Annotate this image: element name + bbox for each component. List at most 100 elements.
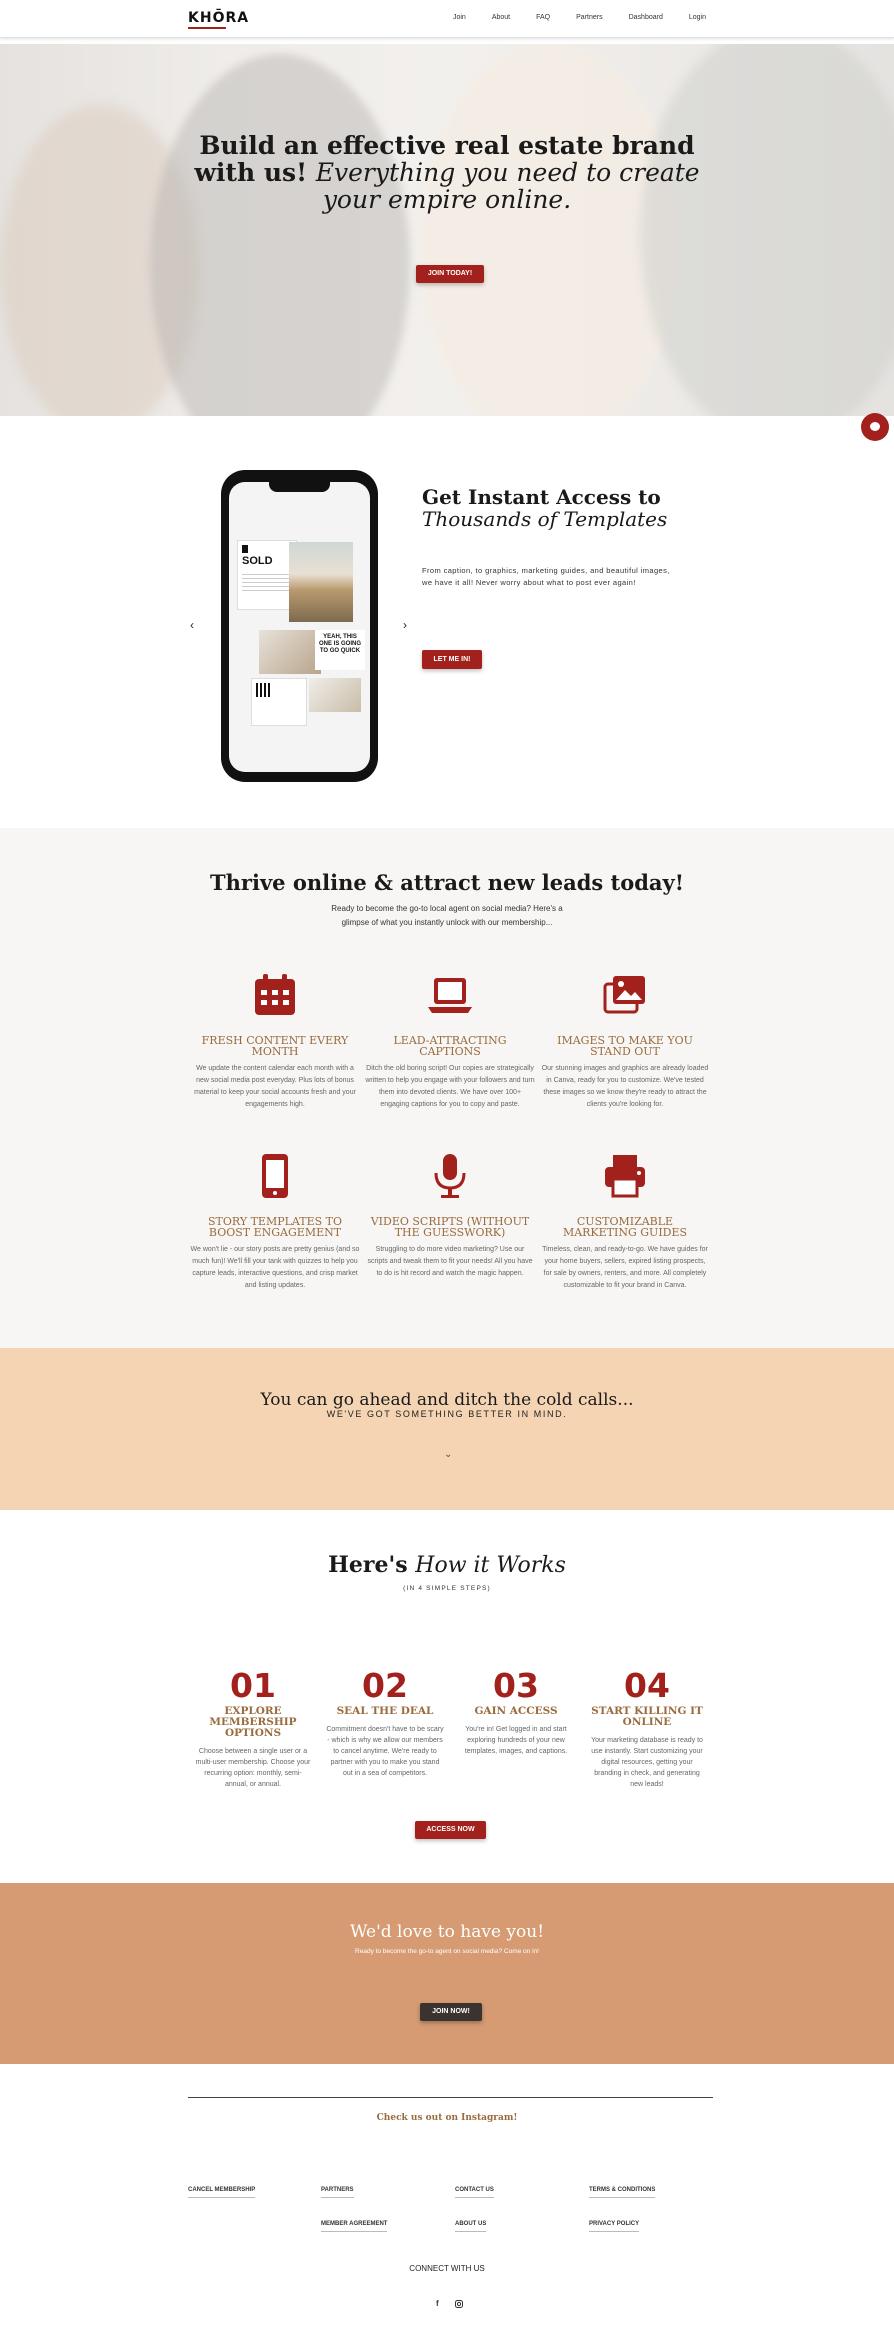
how-it-works-title: Here's How it Works [0,1552,894,1578]
instagram-heading[interactable]: Check us out on Instagram! [0,2113,894,2123]
printer-icon [605,1155,645,1198]
template-sold-label: SOLD [242,555,273,567]
join-cta-section [0,1883,894,2064]
template-qr-card [251,678,307,726]
join-now-button[interactable]: JOIN NOW! [420,2003,482,2021]
footer-divider [188,2097,713,2098]
template-sold-lines [242,571,290,593]
step-title: EXPLORE MEMBERSHIP OPTIONS [209,1705,297,1739]
step-title: SEAL THE DEAL [336,1705,434,1717]
access-title-line: Get Instant Access to [422,485,661,509]
nav-faq[interactable]: FAQ [536,14,550,21]
access-title: Get Instant Access to Thousands of Templ… [422,486,667,530]
feature-text: We won't lie - our story posts are prett… [190,1246,360,1289]
footer-link-contact-us[interactable]: CONTACT US [455,2187,494,2198]
template-promo-text: YEAH, THIS ONE IS GOING TO GO QUICK [318,634,361,654]
nav-partners[interactable]: Partners [576,14,602,21]
feature-title: IMAGES TO MAKE YOU STAND OUT [557,1034,693,1058]
footer-link-member-agreement[interactable]: MEMBER AGREEMENT [321,2221,388,2232]
footer-link-privacy-policy[interactable]: PRIVACY POLICY [589,2221,640,2232]
feature-text: Struggling to do more video marketing? U… [367,1246,533,1277]
features-subtitle: Ready to become the go-to local agent on… [331,904,563,927]
template-interior-photo [309,678,361,712]
step-number: 03 [493,1666,539,1705]
feature-fresh-content: FRESH CONTENT EVERY MONTH We update the … [190,972,360,1111]
microphone-icon [434,1154,466,1198]
calendar-icon [255,974,295,1015]
template-house-photo [289,542,353,622]
feature-text: Our stunning images and graphics are alr… [541,1065,709,1108]
nav-join[interactable]: Join [453,14,466,21]
hero-title: Build an effective real estate brand wit… [180,132,714,213]
footer-link-partners[interactable]: PARTNERS [321,2187,354,2198]
feature-video-scripts: VIDEO SCRIPTS (WITHOUT THE GUESSWORK) St… [365,1153,535,1280]
chevron-down-icon[interactable]: ⌄ [444,1449,452,1460]
carousel-next-arrow[interactable]: › [403,618,407,632]
feature-captions: LEAD-ATTRACTING CAPTIONS Ditch the old b… [365,972,535,1111]
phone-notch [269,482,330,492]
cold-calls-title: You can go ahead and ditch the cold call… [260,1390,634,1410]
hero-overlay [0,44,894,416]
carousel-prev-arrow[interactable]: ‹ [190,618,194,632]
feature-text: Timeless, clean, and ready-to-go. We hav… [542,1246,708,1289]
feature-title: VIDEO SCRIPTS (WITHOUT THE GUESSWORK) [370,1215,530,1239]
step-text: Commitment doesn't have to be scary - wh… [326,1726,444,1777]
join-cta-title: We'd love to have you! [349,1922,545,1942]
feature-title: STORY TEMPLATES TO BOOST ENGAGEMENT [207,1215,343,1239]
footer-link-about-us[interactable]: ABOUT US [455,2221,487,2232]
logo[interactable]: KHŌRA [188,10,249,26]
how-title-italic: How it Works [415,1553,566,1578]
hero-title-italic: Everything you need to create your empir… [315,158,700,214]
phone-screen: SOLD YEAH, THIS ONE IS GOING TO GO QUICK [229,482,370,772]
feature-title: CUSTOMIZABLE MARKETING GUIDES [562,1215,688,1239]
footer-link-terms[interactable]: TERMS & CONDITIONS [589,2187,656,2198]
step-number: 04 [624,1666,670,1705]
step-number: 02 [362,1666,408,1705]
main-nav: Join About FAQ Partners Dashboard Login [427,14,706,21]
facebook-icon[interactable]: f [436,2299,439,2308]
step-title: GAIN ACCESS [474,1705,558,1717]
how-title-plain: Here's [328,1552,408,1578]
features-title: Thrive online & attract new leads today! [210,870,684,895]
template-sold-card: SOLD [237,540,297,610]
laptop-icon [428,978,472,1013]
let-me-in-button[interactable]: LET ME IN! [422,650,482,669]
instagram-icon[interactable] [455,2300,463,2308]
template-promo-card: YEAH, THIS ONE IS GOING TO GO QUICK [315,630,365,670]
template-sold-accent [242,545,248,553]
step-number: 01 [230,1666,276,1705]
images-icon [603,976,645,1014]
step-1: 01 EXPLORE MEMBERSHIP OPTIONS Choose bet… [193,1668,313,1790]
join-cta-subtitle: Ready to become the go-to agent on socia… [355,1948,539,1955]
feature-title: LEAD-ATTRACTING CAPTIONS [393,1034,507,1058]
step-title: START KILLING IT ONLINE [591,1705,703,1728]
step-3: 03 GAIN ACCESS You're in! Get logged in … [456,1668,576,1757]
feature-text: We update the content calendar each mont… [194,1065,356,1108]
template-qr-code [256,683,270,697]
feature-text: Ditch the old boring script! Our copies … [365,1065,535,1108]
access-now-button[interactable]: ACCESS NOW [415,1821,486,1839]
smartphone-icon [262,1154,288,1198]
feature-images: IMAGES TO MAKE YOU STAND OUT Our stunnin… [540,972,710,1111]
nav-about[interactable]: About [492,14,510,21]
feature-marketing-guides: CUSTOMIZABLE MARKETING GUIDES Timeless, … [540,1153,710,1292]
cold-calls-section [0,1348,894,1510]
feature-stories: STORY TEMPLATES TO BOOST ENGAGEMENT We w… [190,1153,360,1292]
nav-login[interactable]: Login [689,14,706,21]
access-title-italic: Thousands of Templates [422,507,668,531]
step-text: Your marketing database is ready to use … [591,1737,703,1788]
join-today-button[interactable]: JOIN TODAY! [416,265,484,283]
cold-calls-subtitle: WE'VE GOT SOMETHING BETTER IN MIND. [326,1409,568,1419]
logo-underline [188,27,226,29]
connect-heading: CONNECT WITH US [409,2264,485,2273]
step-text: Choose between a single user or a multi-… [195,1748,311,1788]
how-it-works-subtitle: (IN 4 SIMPLE STEPS) [403,1585,491,1592]
hero-banner [0,44,894,416]
phone-mockup: SOLD YEAH, THIS ONE IS GOING TO GO QUICK [221,470,378,782]
nav-dashboard[interactable]: Dashboard [629,14,663,21]
chat-icon[interactable] [861,413,889,441]
footer-link-cancel-membership[interactable]: CANCEL MEMBERSHIP [188,2187,256,2198]
step-2: 02 SEAL THE DEAL Commitment doesn't have… [325,1668,445,1779]
feature-title: FRESH CONTENT EVERY MONTH [201,1034,349,1058]
template-dining-photo [259,630,321,674]
